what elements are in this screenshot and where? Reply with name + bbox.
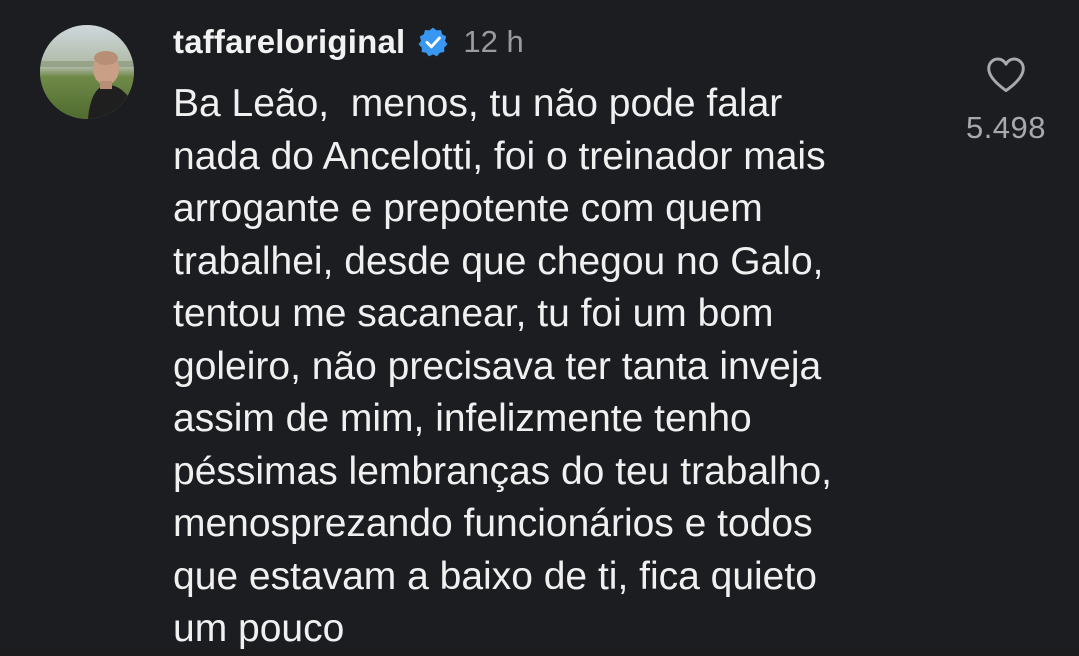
- comment-timestamp: 12 h: [463, 24, 524, 59]
- comment-text-line: goleiro, não precisava ter tanta inveja: [173, 344, 822, 388]
- comment-text-line: péssimas lembranças do teu trabalho,: [173, 449, 833, 493]
- heart-outline-icon[interactable]: [985, 56, 1027, 94]
- comment-header: taffareloriginal 12 h: [173, 18, 524, 66]
- comment-text-line: Ba Leão, menos, tu não pode falar: [173, 82, 783, 125]
- comment-text-line: nada do Ancelotti, foi o treinador mais: [173, 134, 826, 178]
- avatar[interactable]: [40, 25, 134, 119]
- comment-text-line: assim de mim, infelizmente tenho: [173, 397, 752, 440]
- comment-text: Ba Leão, menos, tu não pode falar nada d…: [173, 78, 933, 656]
- username-link[interactable]: taffareloriginal: [173, 23, 405, 61]
- avatar-photo: [40, 25, 134, 119]
- comment-text-line: que estavam a baixo de ti, fica quieto: [173, 554, 817, 598]
- comment-text-line: tentou me sacanear, tu foi um bom: [173, 292, 774, 335]
- like-count[interactable]: 5.498: [950, 110, 1062, 146]
- verified-badge-icon: [417, 26, 449, 58]
- comment-item: taffareloriginal 12 h Ba Leão, menos, tu…: [0, 0, 1079, 650]
- comment-text-line: menosprezando funcionários e todos: [173, 502, 813, 545]
- comment-text-line: arrogante e prepotente com quem: [173, 187, 763, 230]
- like-control: 5.498: [950, 56, 1062, 146]
- comment-text-line: trabalhei, desde que chegou no Galo,: [173, 239, 824, 283]
